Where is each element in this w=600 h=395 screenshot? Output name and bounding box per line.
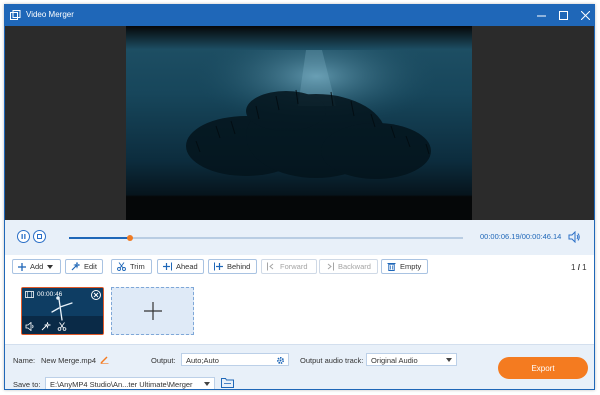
- add-behind-icon: [214, 262, 223, 271]
- ahead-label: Ahead: [176, 262, 198, 271]
- edit-button[interactable]: Edit: [65, 259, 103, 274]
- name-label: Name:: [13, 356, 36, 365]
- total-time: 00:00:46.14: [521, 232, 562, 241]
- audio-track-select[interactable]: Original Audio: [366, 353, 457, 366]
- close-button[interactable]: [574, 5, 594, 26]
- scissors-icon[interactable]: [57, 322, 67, 331]
- maximize-icon: [558, 11, 568, 20]
- chevron-down-icon: [204, 382, 210, 386]
- scissors-icon: [117, 262, 126, 271]
- name-value: New Merge.mp4: [41, 356, 97, 365]
- output-value: Auto;Auto: [186, 356, 219, 365]
- forward-icon: [267, 262, 274, 271]
- current-page: 1: [571, 263, 576, 272]
- maximize-button[interactable]: [552, 5, 574, 26]
- backward-label: Backward: [338, 262, 371, 271]
- pause-icon: [21, 234, 26, 239]
- empty-button[interactable]: Empty: [381, 259, 428, 274]
- video-preview[interactable]: [126, 26, 472, 220]
- film-icon: [25, 291, 34, 298]
- forward-button[interactable]: Forward: [261, 259, 317, 274]
- save-path-value: E:\AnyMP4 Studio\An...ter Ultimate\Merge…: [50, 380, 193, 389]
- pencil-icon[interactable]: [100, 355, 109, 364]
- export-button[interactable]: Export: [498, 357, 588, 379]
- export-label: Export: [531, 363, 555, 373]
- backward-button[interactable]: Backward: [319, 259, 378, 274]
- page-indicator: 1 / 1: [571, 263, 587, 272]
- behind-label: Behind: [227, 262, 251, 271]
- clip-thumbnail[interactable]: 00:00:46: [21, 287, 104, 335]
- time-readout: 00:00:06.19/00:00:46.14: [480, 232, 561, 241]
- playback-controls: 00:00:06.19/00:00:46.14: [5, 220, 594, 255]
- plus-icon: [18, 262, 26, 271]
- chevron-down-icon[interactable]: [47, 264, 54, 269]
- trash-icon: [387, 263, 396, 271]
- minimize-button[interactable]: [530, 5, 552, 26]
- stop-button[interactable]: [33, 230, 46, 243]
- edit-label: Edit: [84, 262, 97, 271]
- stop-icon: [37, 234, 42, 239]
- backward-icon: [327, 262, 334, 271]
- current-time: 00:00:06.19: [480, 232, 520, 241]
- app-icon: [10, 10, 21, 20]
- video-merger-window: Video Merger 00:00:06.19/00:00:46.14 Add…: [4, 4, 595, 390]
- close-icon: [93, 292, 99, 298]
- window-title: Video Merger: [26, 10, 74, 19]
- close-icon: [580, 11, 590, 20]
- video-frame-image: [126, 26, 472, 220]
- title-bar: Video Merger: [5, 5, 594, 26]
- trim-button[interactable]: Trim: [111, 259, 152, 274]
- add-ahead-icon: [163, 262, 172, 271]
- page-separator: /: [577, 263, 580, 272]
- output-field[interactable]: Auto;Auto: [181, 353, 289, 366]
- audio-track-label: Output audio track:: [300, 356, 364, 365]
- clip-duration: 00:00:46: [37, 291, 63, 298]
- progress-handle[interactable]: [127, 235, 134, 241]
- plus-icon: [143, 302, 162, 320]
- gear-icon[interactable]: [276, 356, 285, 365]
- behind-button[interactable]: Behind: [208, 259, 257, 274]
- pause-button[interactable]: [17, 230, 30, 243]
- total-pages: 1: [582, 263, 587, 272]
- add-clip-placeholder[interactable]: [111, 287, 194, 335]
- clip-area: 00:00:46: [5, 275, 594, 344]
- save-to-label: Save to:: [13, 380, 41, 389]
- magic-wand-icon[interactable]: [41, 322, 51, 331]
- ahead-button[interactable]: Ahead: [157, 259, 204, 274]
- magic-wand-icon: [71, 262, 80, 271]
- progress-fill: [69, 237, 131, 239]
- clip-tools: [25, 322, 67, 331]
- audio-track-value: Original Audio: [371, 356, 418, 365]
- folder-icon[interactable]: [221, 377, 234, 388]
- empty-label: Empty: [400, 262, 422, 271]
- output-settings: Name: New Merge.mp4 Output: Auto;Auto Ou…: [5, 344, 594, 389]
- trim-label: Trim: [130, 262, 145, 271]
- merge-toolbar: Add Edit Trim Ahead Behind Forward Backw…: [5, 255, 594, 275]
- add-label: Add: [30, 262, 44, 271]
- save-path-select[interactable]: E:\AnyMP4 Studio\An...ter Ultimate\Merge…: [45, 377, 215, 389]
- preview-area: [5, 26, 594, 220]
- output-label: Output:: [151, 356, 176, 365]
- minimize-icon: [536, 15, 546, 17]
- add-button[interactable]: Add: [12, 259, 61, 274]
- remove-clip-button[interactable]: [91, 290, 101, 300]
- forward-label: Forward: [280, 262, 308, 271]
- progress-track[interactable]: [69, 235, 463, 241]
- audio-icon[interactable]: [25, 322, 35, 331]
- volume-icon[interactable]: [568, 231, 580, 243]
- chevron-down-icon: [446, 358, 452, 362]
